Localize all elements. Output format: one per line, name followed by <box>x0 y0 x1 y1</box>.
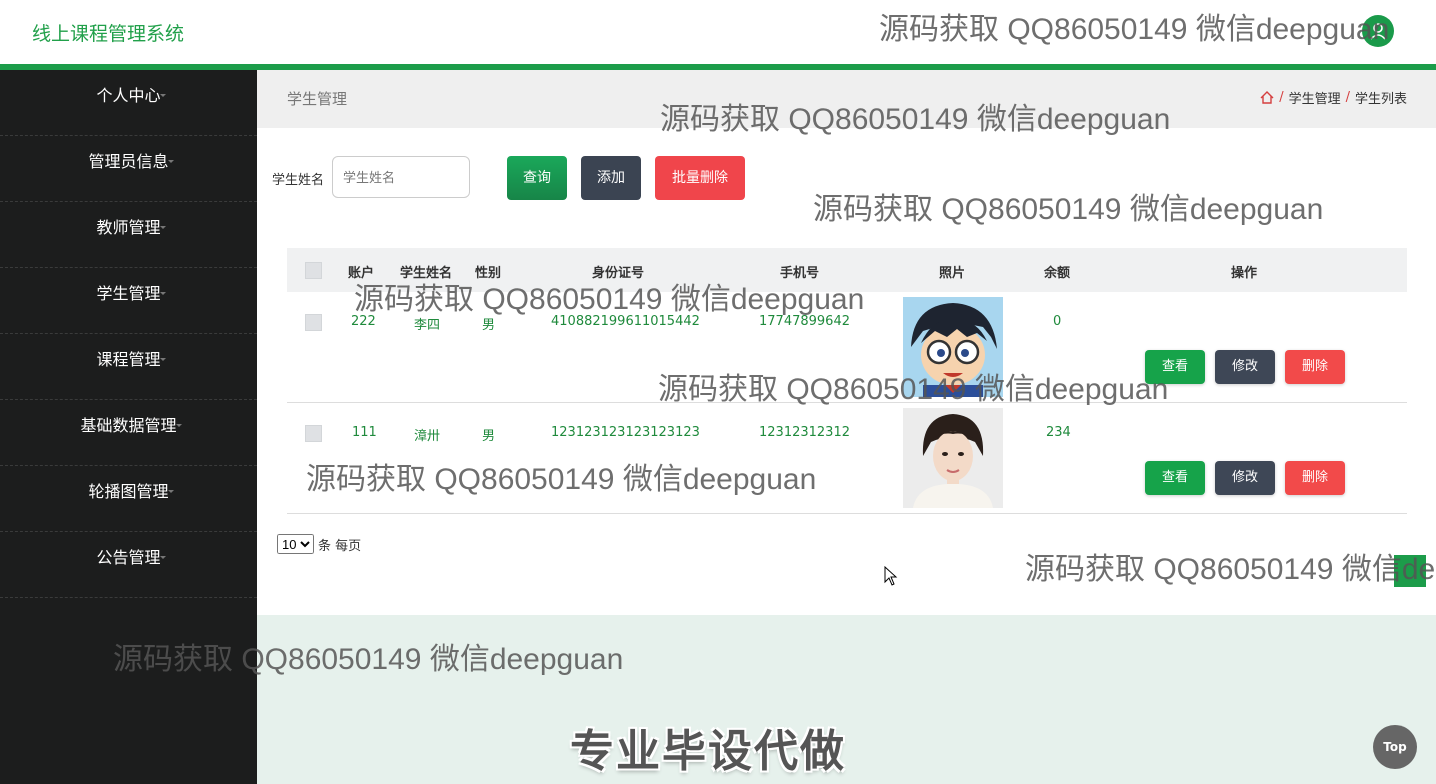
sidebar-item-carousel[interactable]: 轮播图管理 <box>0 466 257 532</box>
breadcrumb-item[interactable]: 学生管理 <box>1289 88 1341 107</box>
col-phone: 手机号 <box>780 266 820 281</box>
sidebar-item-label: 教师管理 <box>96 218 161 237</box>
add-button[interactable]: 添加 <box>581 156 641 200</box>
caret-down-icon <box>176 424 182 427</box>
breadcrumb-item: 学生列表 <box>1354 92 1407 107</box>
sidebar-item-admin[interactable]: 管理员信息 <box>0 136 257 202</box>
sidebar-item-label: 公告管理 <box>96 548 161 567</box>
caret-down-icon <box>160 226 166 229</box>
sidebar-item-students[interactable]: 学生管理 <box>0 268 257 334</box>
sidebar-item-courses[interactable]: 课程管理 <box>0 334 257 400</box>
page-size-select[interactable]: 10 <box>277 534 314 554</box>
cell-phone: 12312312312 <box>759 425 850 440</box>
home-icon[interactable] <box>1260 91 1274 104</box>
cell-gender: 男 <box>482 318 496 333</box>
sidebar-item-label: 课程管理 <box>96 350 161 369</box>
watermark: 源码获取 QQ86050149 微信deepguan <box>813 193 1324 226</box>
cell-account: 111 <box>352 425 377 440</box>
floating-menu-button[interactable] <box>1394 555 1426 587</box>
batch-delete-button[interactable]: 批量删除 <box>655 156 745 200</box>
cell-account: 222 <box>351 314 376 329</box>
col-account: 账户 <box>348 266 375 281</box>
sidebar-item-label: 个人中心 <box>96 86 161 105</box>
sidebar-item-personal[interactable]: 个人中心 <box>0 70 257 136</box>
watermark: 源码获取 QQ86050149 微信deepguan <box>1025 553 1436 586</box>
cell-id-number: 410882199611015442 <box>551 314 700 329</box>
search-label: 学生姓名 <box>272 173 325 188</box>
top-header: 线上课程管理系统 <box>0 0 1436 64</box>
back-to-top-button[interactable]: Top <box>1373 725 1417 769</box>
sidebar-item-teachers[interactable]: 教师管理 <box>0 202 257 268</box>
delete-button[interactable]: 删除 <box>1285 461 1345 495</box>
edit-button[interactable]: 修改 <box>1215 461 1275 495</box>
col-id-number: 身份证号 <box>592 266 645 281</box>
view-button[interactable]: 查看 <box>1145 350 1205 384</box>
breadcrumb-separator: / <box>1345 90 1350 105</box>
breadcrumb-bar: 学生管理 / 学生管理 / 学生列表 <box>257 70 1436 128</box>
col-name: 学生姓名 <box>400 266 453 281</box>
col-gender: 性别 <box>475 266 502 281</box>
sidebar-item-label: 学生管理 <box>96 284 161 303</box>
table-row: 111 漳卅 男 123123123123123123 12312312312 … <box>287 403 1407 514</box>
sidebar-item-notices[interactable]: 公告管理 <box>0 532 257 598</box>
student-table: 账户 学生姓名 性别 身份证号 手机号 照片 余额 操作 222 李四 男 41… <box>287 248 1407 514</box>
sidebar-item-label: 管理员信息 <box>88 152 169 171</box>
delete-button[interactable]: 删除 <box>1285 350 1345 384</box>
cell-id-number: 123123123123123123 <box>551 425 700 440</box>
caret-down-icon <box>168 490 174 493</box>
user-avatar[interactable] <box>1362 15 1394 47</box>
sidebar: 个人中心 管理员信息 教师管理 学生管理 课程管理 基础数据管理 轮播图管理 公… <box>0 70 257 784</box>
mouse-cursor-icon <box>884 566 898 586</box>
page-size-suffix: 条 每页 <box>318 538 362 554</box>
cell-balance: 234 <box>1046 425 1071 440</box>
caret-down-icon <box>160 556 166 559</box>
user-icon <box>1370 23 1386 40</box>
sidebar-item-label: 基础数据管理 <box>80 416 177 435</box>
cell-gender: 男 <box>482 429 496 444</box>
caret-down-icon <box>160 94 166 97</box>
caret-down-icon <box>168 160 174 163</box>
cell-name: 李四 <box>414 318 441 333</box>
edit-button[interactable]: 修改 <box>1215 350 1275 384</box>
query-button[interactable]: 查询 <box>507 156 567 200</box>
table-header: 账户 学生姓名 性别 身份证号 手机号 照片 余额 操作 <box>287 248 1407 292</box>
breadcrumb: / 学生管理 / 学生列表 <box>1260 88 1407 107</box>
col-actions: 操作 <box>1231 266 1258 281</box>
select-all-checkbox[interactable] <box>305 262 322 279</box>
student-photo <box>903 408 1003 508</box>
row-checkbox[interactable] <box>305 425 322 442</box>
breadcrumb-separator: / <box>1279 90 1284 105</box>
footer-banner <box>257 615 1436 784</box>
page-title: 学生管理 <box>287 90 348 108</box>
cell-phone: 17747899642 <box>759 314 850 329</box>
view-button[interactable]: 查看 <box>1145 461 1205 495</box>
sidebar-item-label: 轮播图管理 <box>88 482 169 501</box>
col-photo: 照片 <box>939 266 966 281</box>
cell-balance: 0 <box>1053 314 1062 329</box>
pagination: 10 条 每页 <box>277 534 361 554</box>
table-row: 222 李四 男 410882199611015442 17747899642 … <box>287 292 1407 403</box>
sidebar-item-basic-data[interactable]: 基础数据管理 <box>0 400 257 466</box>
app-title[interactable]: 线上课程管理系统 <box>32 19 184 46</box>
caret-down-icon <box>160 292 166 295</box>
cell-name: 漳卅 <box>414 429 441 444</box>
row-checkbox[interactable] <box>305 314 322 331</box>
footer-slogan: 专业毕设代做 <box>570 726 846 777</box>
col-balance: 余额 <box>1044 266 1071 281</box>
caret-down-icon <box>160 358 166 361</box>
student-name-input[interactable] <box>332 156 470 198</box>
student-photo <box>903 297 1003 397</box>
